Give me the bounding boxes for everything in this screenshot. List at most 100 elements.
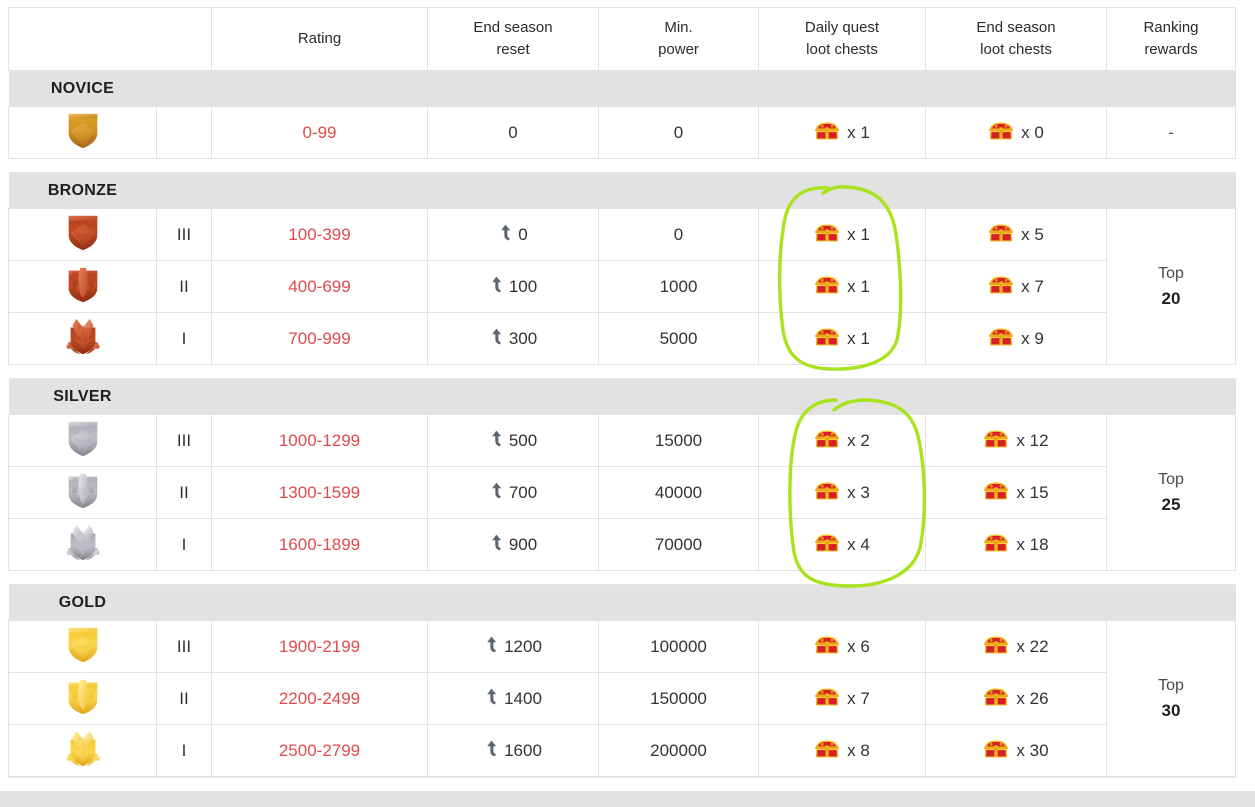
end-season-chests-cell: x 15 (925, 466, 1107, 519)
treasure-chest-icon (983, 739, 1009, 763)
end-season-chests-value: x 30 (1016, 740, 1049, 760)
table-row[interactable]: II 2200-2499 1400 150000 x 7 x 26 (8, 672, 1236, 725)
table-row[interactable]: III 1000-1299 500 15000 x 2x 12 Top 25 (8, 414, 1236, 571)
treasure-chest-icon (814, 533, 840, 557)
header-rating-label: Rating (297, 30, 342, 48)
treasure-chest-icon (988, 121, 1014, 145)
header-season-line2: loot chests (980, 41, 1052, 58)
treasure-chest-icon (983, 635, 1009, 659)
end-season-chests-value: x 12 (1016, 430, 1049, 450)
rating-value: 400-699 (288, 276, 351, 296)
end-season-chests-value: x 15 (1016, 482, 1049, 502)
daily-quest-chests-value: x 1 (847, 328, 870, 348)
end-season-chests-cell: x 0 (925, 106, 1107, 159)
division-cell: I (156, 312, 212, 365)
table-row[interactable]: II 1300-1599 700 40000 x 3 x 15 (8, 466, 1236, 519)
curved-up-arrow-icon (484, 636, 499, 657)
division-cell: II (156, 672, 212, 725)
ranking-rewards-value: 25 (1161, 494, 1181, 514)
daily-quest-chests-cell: x 1 (758, 208, 926, 261)
table-row[interactable]: I 700-999 300 5000 x 1 x 9 (8, 312, 1236, 365)
treasure-chest-icon (814, 327, 840, 351)
division-label: II (179, 688, 189, 708)
division-label: I (181, 740, 187, 760)
tier-spacer (8, 364, 1236, 379)
rank-badge-cell (8, 466, 157, 519)
tier-banner-novice: NOVICE (8, 70, 1236, 107)
end-season-chests-value: x 26 (1016, 688, 1049, 708)
rank-badge-icon (63, 345, 103, 362)
ranking-rewards-value: 20 (1161, 288, 1181, 308)
table-row[interactable]: I 1600-1899 900 70000 x 4 x 18 (8, 518, 1236, 571)
rank-badge-icon (63, 139, 103, 156)
daily-quest-chests-cell: x 1 (758, 312, 926, 365)
daily-quest-chests-cell: x 1 (758, 106, 926, 159)
min-power-value: 200000 (650, 740, 707, 760)
treasure-chest-icon (988, 327, 1014, 351)
tier-name-label: GOLD (58, 593, 107, 611)
min-power-cell: 100000 (598, 620, 759, 673)
header-end-season-reset: End season reset (427, 7, 599, 71)
rating-cell: 1600-1899 (211, 518, 428, 571)
ranking-rewards-cell: Top 30 (1106, 620, 1236, 777)
treasure-chest-icon (814, 121, 840, 145)
table-row[interactable]: I 2500-2799 1600 200000 x 8 x 30 (8, 724, 1236, 777)
daily-quest-chests-cell: x 8 (758, 724, 926, 777)
end-season-reset-value: 0 (508, 122, 518, 142)
treasure-chest-icon (983, 687, 1009, 711)
end-season-reset-cell: 1200 (427, 620, 599, 673)
daily-quest-chests-cell: x 2 (758, 414, 926, 467)
end-season-chests-value: x 7 (1021, 276, 1044, 296)
end-season-chests-cell: x 22 (925, 620, 1107, 673)
rank-badge-icon (63, 653, 103, 670)
ranking-rewards-top-label: Top (1158, 676, 1184, 694)
rating-value: 1300-1599 (278, 482, 361, 502)
table-row[interactable]: III 1900-2199 1200 100000 x 6x 22 Top 30 (8, 620, 1236, 777)
min-power-cell: 0 (598, 106, 759, 159)
end-season-chests-value: x 5 (1021, 224, 1044, 244)
division-cell: II (156, 466, 212, 519)
tier-banner-silver: SILVER (8, 378, 1236, 415)
division-label: II (179, 276, 189, 296)
division-label: I (181, 534, 187, 554)
tier-banner-cell: NOVICE (8, 70, 1236, 107)
end-season-reset-cell: 700 (427, 466, 599, 519)
treasure-chest-icon (983, 481, 1009, 505)
table-row[interactable]: II 400-699 100 1000 x 1 x 7 (8, 260, 1236, 313)
end-season-reset-value: 700 (508, 482, 538, 502)
division-cell (156, 106, 212, 159)
rank-badge-icon (63, 447, 103, 464)
tier-spacer (8, 570, 1236, 585)
end-season-reset-value: 100 (508, 276, 538, 296)
division-label: III (176, 636, 192, 656)
min-power-cell: 70000 (598, 518, 759, 571)
daily-quest-chests-cell: x 7 (758, 672, 926, 725)
tier-spacer (8, 158, 1236, 173)
tier-name-label: SILVER (53, 387, 112, 405)
tier-name-label: BRONZE (47, 181, 118, 199)
min-power-value: 100000 (650, 636, 707, 656)
daily-quest-chests-value: x 2 (847, 430, 870, 450)
rating-value: 1000-1299 (278, 430, 361, 450)
daily-quest-chests-cell: x 1 (758, 260, 926, 313)
division-label: I (181, 328, 187, 348)
league-ranking-table: Rating End season reset Min. power Daily… (8, 7, 1236, 791)
end-season-reset-cell: 1400 (427, 672, 599, 725)
header-reset-line1: End season (473, 19, 553, 37)
tier-banner-cell: BRONZE (8, 172, 1236, 209)
table-row[interactable]: III 100-399 0 0 x 1x 5 Top 20 (8, 208, 1236, 365)
daily-quest-chests-value: x 1 (847, 276, 870, 296)
end-season-chests-cell: x 26 (925, 672, 1107, 725)
end-season-reset-cell: 0 (427, 106, 599, 159)
rank-badge-icon (63, 499, 103, 516)
tier-name-label: NOVICE (50, 79, 115, 97)
treasure-chest-icon (983, 429, 1009, 453)
min-power-value: 1000 (659, 276, 698, 296)
next-tier-banner-partial (0, 791, 1255, 807)
rating-cell: 700-999 (211, 312, 428, 365)
table-row[interactable]: 0-99 0 0 x 1 x 0 - (8, 106, 1236, 159)
header-season-line1: End season (976, 19, 1056, 37)
treasure-chest-icon (814, 481, 840, 505)
header-rating: Rating (211, 7, 428, 71)
rating-value: 1900-2199 (278, 636, 361, 656)
